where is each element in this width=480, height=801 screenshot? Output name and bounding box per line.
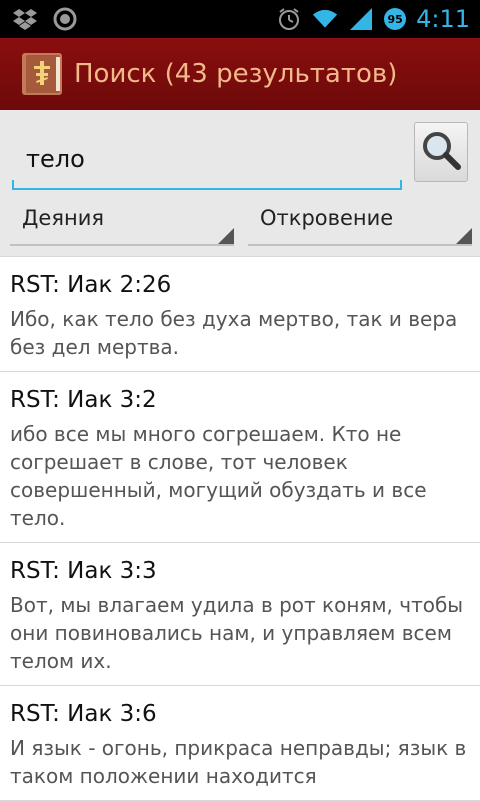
search-button[interactable] [414,122,468,182]
battery-icon: 95 [384,8,407,30]
sync-icon [52,6,78,32]
verse-reference: RST: Иак 3:2 [10,387,157,413]
verse-text: Вот, мы влагаем удила в рот коням, чтобы… [10,593,464,673]
list-item[interactable]: RST: Иак 3:2 ибо все мы много согрешаем.… [0,372,480,543]
book-to-label: Откровение [260,206,394,230]
dropdown-arrow-icon [218,228,234,244]
list-item[interactable]: RST: Иак 3:6 И язык - огонь, прикраса не… [0,686,480,801]
action-bar: Поиск (43 результатов) [0,38,480,112]
search-panel: Деяния Откровение [0,110,480,256]
page-title: Поиск (43 результатов) [74,59,398,89]
verse-reference: RST: Иак 3:3 [10,558,157,584]
bible-book-icon[interactable] [20,51,64,97]
signal-icon [348,6,374,32]
verse-text: И язык - огонь, прикраса неправды; язык … [10,736,467,788]
search-field[interactable] [12,124,402,190]
status-left-icons [12,6,78,32]
book-to-spinner[interactable]: Откровение [248,202,472,246]
alarm-icon [276,6,302,32]
list-item[interactable]: RST: Иак 2:26 Ибо, как тело без духа мер… [0,257,480,372]
status-right-icons: 95 4:11 [276,4,470,34]
verse-text: Ибо, как тело без духа мертво, так и вер… [10,307,458,359]
list-item[interactable]: RST: Иак 3:3 Вот, мы влагаем удила в рот… [0,543,480,686]
verse-text: ибо все мы много согрешаем. Кто не согре… [10,422,427,530]
dropdown-arrow-icon [456,228,472,244]
status-bar: 95 4:11 [0,0,480,38]
wifi-icon [312,6,338,32]
status-time: 4:11 [416,5,470,33]
search-icon [420,129,462,175]
book-from-label: Деяния [22,206,104,230]
results-list[interactable]: RST: Иак 2:26 Ибо, как тело без духа мер… [0,256,480,801]
dropbox-icon [12,6,38,32]
book-from-spinner[interactable]: Деяния [10,202,234,246]
verse-reference: RST: Иак 3:6 [10,701,157,727]
verse-reference: RST: Иак 2:26 [10,272,172,298]
search-input[interactable] [26,142,386,176]
